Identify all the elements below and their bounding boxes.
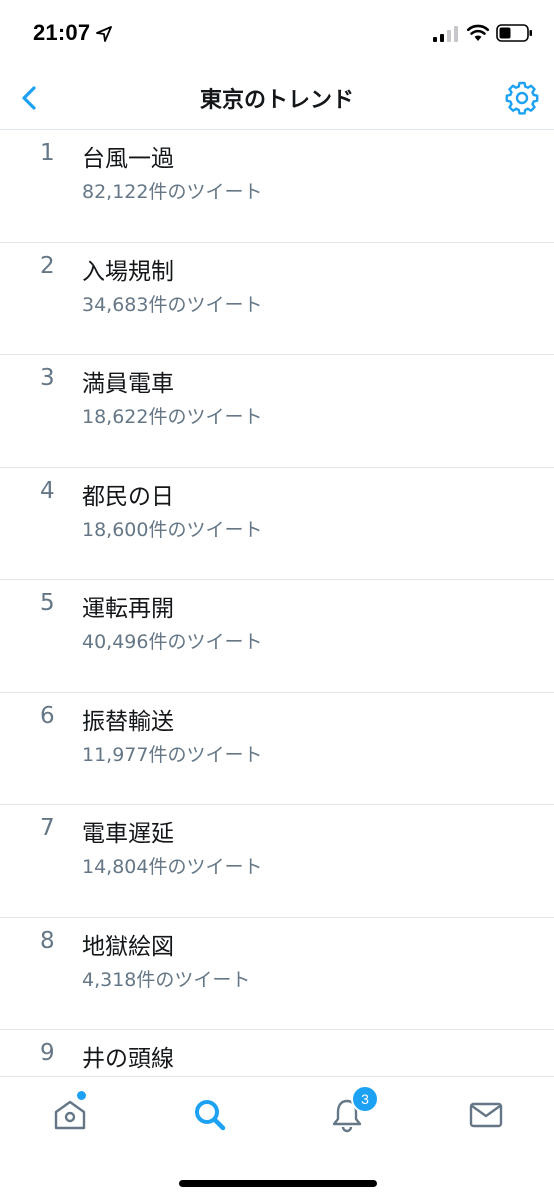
trend-item[interactable]: 6 振替輸送 11,977件のツイート — [0, 693, 554, 805]
status-time: 21:07 — [33, 20, 91, 45]
trend-name: 運転再開 — [82, 596, 174, 622]
trend-name: 電車遅延 — [82, 821, 174, 847]
trend-name: 都民の日 — [82, 483, 174, 510]
trend-tweet-count: 4,318件のツイート — [82, 968, 251, 991]
tab-search[interactable] — [190, 1095, 230, 1135]
trend-name: 振替輸送 — [82, 708, 174, 735]
gear-icon — [505, 81, 539, 115]
notifications-badge: 3 — [351, 1085, 379, 1113]
trend-item[interactable]: 4 都民の日 18,600件のツイート — [0, 468, 554, 580]
trend-rank: 4 — [40, 477, 55, 504]
trend-rank: 2 — [40, 252, 55, 279]
nav-bar: 東京のトレンド — [0, 66, 554, 130]
trend-rank: 6 — [40, 702, 55, 729]
trend-rank: 3 — [40, 365, 55, 391]
battery-icon — [496, 24, 532, 42]
trend-item[interactable]: 2 入場規制 34,683件のツイート — [0, 243, 554, 355]
trends-screen: 21:07 東京のトレンド 1 台風一過 82,122件のツイート 2 入場規制… — [0, 0, 554, 1200]
home-unread-dot — [77, 1091, 86, 1100]
trend-name: 満員電車 — [82, 371, 174, 397]
trend-item[interactable]: 3 満員電車 18,622件のツイート — [0, 355, 554, 468]
trend-list: 1 台風一過 82,122件のツイート 2 入場規制 34,683件のツイート … — [0, 130, 554, 1143]
trend-rank: 9 — [40, 1040, 55, 1066]
trend-rank: 1 — [40, 140, 55, 166]
trend-tweet-count: 14,804件のツイート — [82, 856, 263, 878]
tab-home[interactable] — [50, 1095, 90, 1135]
tab-messages[interactable] — [466, 1095, 506, 1135]
mail-icon — [469, 1102, 503, 1128]
trend-item[interactable]: 1 台風一過 82,122件のツイート — [0, 130, 554, 243]
trend-item[interactable]: 7 電車遅延 14,804件のツイート — [0, 805, 554, 918]
trend-tweet-count: 11,977件のツイート — [82, 743, 263, 766]
trend-name: 台風一過 — [82, 146, 174, 172]
trend-rank: 8 — [40, 927, 55, 954]
search-icon — [195, 1100, 226, 1131]
status-bar: 21:07 — [0, 0, 554, 66]
trend-name: 井の頭線 — [82, 1046, 174, 1072]
trend-rank: 7 — [40, 815, 55, 841]
wifi-icon — [466, 24, 490, 41]
trend-item[interactable]: 5 運転再開 40,496件のツイート — [0, 580, 554, 693]
location-arrow-icon — [96, 26, 112, 42]
trend-tweet-count: 18,600件のツイート — [82, 518, 263, 541]
trend-rank: 5 — [40, 590, 55, 616]
trend-name: 入場規制 — [82, 258, 174, 285]
page-title: 東京のトレンド — [199, 88, 354, 113]
trend-tweet-count: 18,622件のツイート — [82, 406, 263, 428]
trend-tweet-count: 82,122件のツイート — [82, 181, 263, 203]
cellular-signal-icon — [433, 26, 458, 42]
trend-tweet-count: 34,683件のツイート — [82, 293, 263, 316]
home-icon — [54, 1100, 86, 1130]
trend-name: 地獄絵図 — [82, 933, 174, 960]
trend-item[interactable]: 8 地獄絵図 4,318件のツイート — [0, 918, 554, 1030]
home-indicator — [179, 1180, 377, 1187]
settings-button[interactable] — [504, 80, 540, 116]
trend-tweet-count: 40,496件のツイート — [82, 631, 263, 653]
